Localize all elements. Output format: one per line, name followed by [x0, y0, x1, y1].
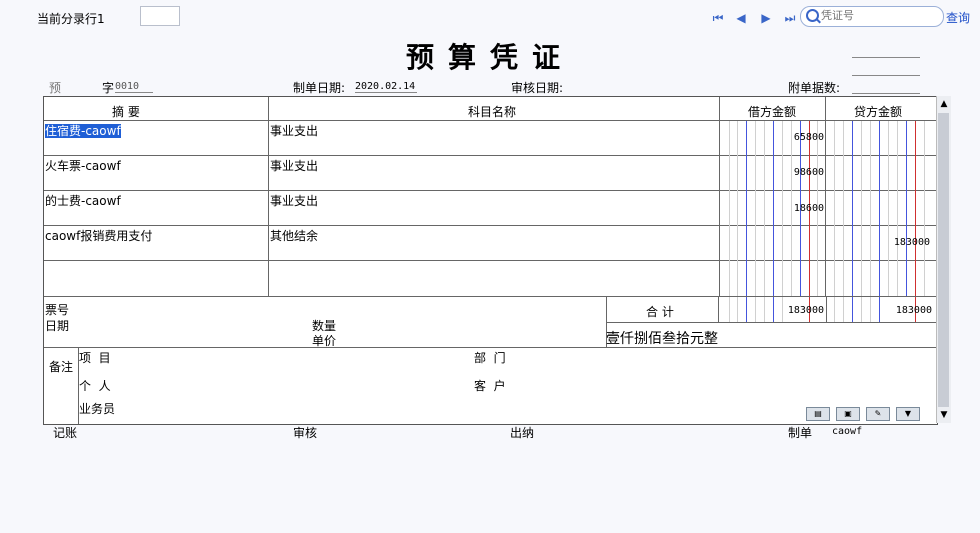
scroll-up-icon[interactable]: ▲	[937, 97, 951, 111]
scroll-thumb[interactable]	[938, 113, 949, 407]
current-row-input[interactable]	[140, 6, 180, 26]
maker-value: caowf	[832, 426, 863, 437]
header-summary: 摘 要	[112, 105, 140, 119]
nav-last-button[interactable]: ⏭	[782, 10, 798, 26]
person-label: 个 人	[79, 379, 111, 393]
header-debit: 借方金额	[748, 105, 797, 119]
nav-first-button[interactable]: ⏮	[710, 10, 726, 26]
remark-label: 备注	[49, 360, 74, 374]
row-debit[interactable]: 18600	[764, 203, 824, 214]
row-account[interactable]: 事业支出	[270, 192, 318, 209]
total-label: 合 计	[646, 305, 674, 319]
vertical-scrollbar[interactable]: ▲ ▼	[936, 96, 951, 423]
scroll-down-icon[interactable]: ▼	[937, 408, 951, 422]
row-account[interactable]: 事业支出	[270, 122, 318, 139]
attachments-label: 附单据数:	[788, 81, 841, 95]
search-link[interactable]: 查询	[946, 9, 970, 26]
signature-line	[852, 93, 920, 94]
audit-label: 审核	[293, 426, 318, 440]
voucher-type-field[interactable]: 预	[49, 79, 97, 97]
header-credit: 贷方金额	[854, 105, 903, 119]
row-account[interactable]: 其他结余	[270, 227, 318, 244]
nav-next-button[interactable]: ▶	[758, 10, 774, 26]
header-account: 科目名称	[468, 105, 517, 119]
customer-label: 客 户	[474, 379, 506, 393]
search-icon	[806, 9, 819, 22]
row-summary[interactable]: 火车票-caowf	[45, 157, 121, 174]
row-credit[interactable]: 183000	[870, 237, 930, 248]
unit-price-label: 单价	[312, 334, 337, 348]
row-summary[interactable]: 的士费-caowf	[45, 192, 121, 209]
total-debit: 183000	[787, 305, 824, 316]
chevron-down-icon[interactable]: ▼	[896, 407, 920, 421]
entry-date-label: 日期	[45, 319, 70, 333]
table-row[interactable]: 住宿费-caowf	[45, 122, 121, 139]
voucher-number-field[interactable]: 0010	[115, 81, 153, 93]
salesman-label: 业务员	[79, 402, 116, 416]
voucher-search-box[interactable]	[800, 6, 944, 27]
bookkeeping-label: 记账	[53, 426, 78, 440]
audit-date-label: 审核日期:	[511, 81, 564, 95]
row-summary[interactable]: 住宿费-caowf	[45, 124, 121, 138]
voucher-entry-grid: 摘 要 科目名称 借方金额 贷方金额 住宿费-caowf 事业支出 65800 …	[43, 96, 938, 425]
row-debit[interactable]: 65800	[764, 132, 824, 143]
current-row-label: 当前分录行1	[37, 12, 105, 26]
lookup-icon[interactable]: ▣	[836, 407, 860, 421]
edit-icon[interactable]: ✎	[866, 407, 890, 421]
project-label: 项 目	[79, 351, 111, 365]
date-label: 制单日期:	[293, 81, 346, 95]
row-debit[interactable]: 98600	[764, 167, 824, 178]
memo-icon[interactable]: ▤	[806, 407, 830, 421]
total-in-words: 壹仟捌佰叁拾元整	[606, 331, 718, 347]
department-label: 部 门	[474, 351, 506, 365]
voucher-title: 预算凭证	[405, 41, 574, 74]
zi-label: 字	[102, 81, 115, 95]
maker-label: 制单	[788, 426, 813, 440]
signature-line	[852, 75, 920, 76]
date-field[interactable]: 2020.02.14	[355, 81, 417, 93]
signature-line	[852, 57, 920, 58]
ticket-no-label: 票号	[45, 303, 70, 317]
row-account[interactable]: 事业支出	[270, 157, 318, 174]
row-summary[interactable]: caowf报销费用支付	[45, 227, 152, 244]
cashier-label: 出纳	[510, 426, 535, 440]
voucher-search-input[interactable]	[821, 8, 937, 23]
nav-prev-button[interactable]: ◀	[733, 10, 749, 26]
total-credit: 183000	[895, 305, 932, 316]
